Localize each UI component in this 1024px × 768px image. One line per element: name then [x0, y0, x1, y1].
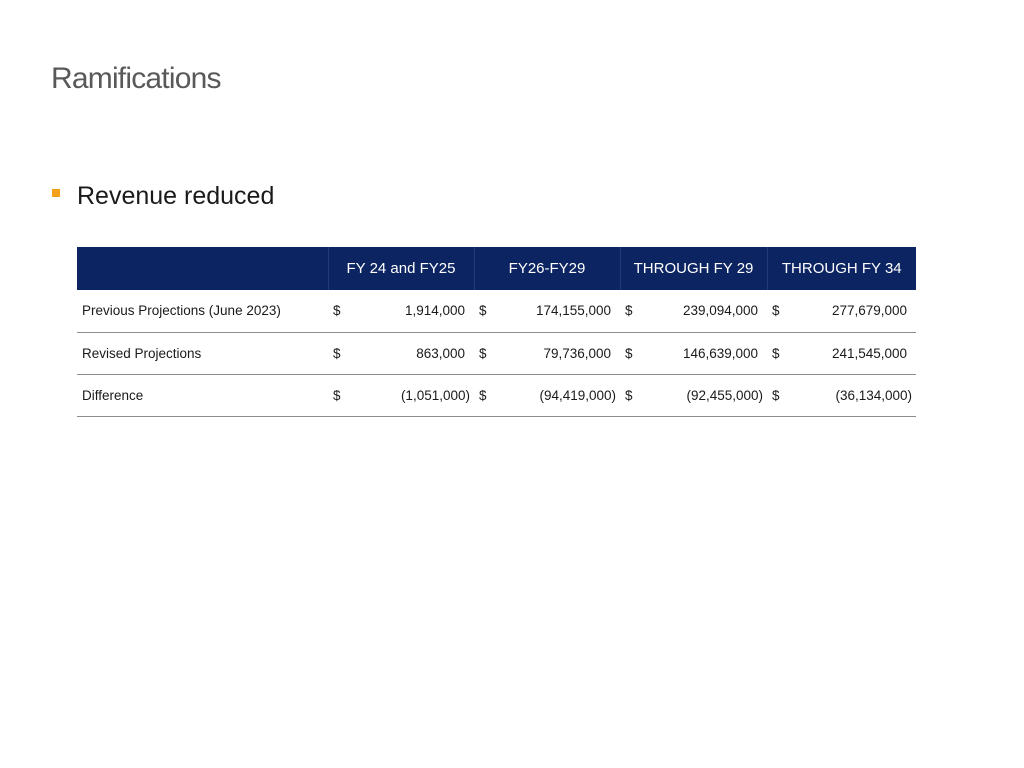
amount-cell: (36,134,000)	[835, 387, 913, 403]
amount-cell: 174,155,000	[535, 303, 612, 319]
bullet-item: Revenue reduced	[52, 181, 274, 211]
square-bullet-icon	[52, 189, 60, 197]
currency-symbol: $	[625, 387, 633, 403]
header-through-fy29: THROUGH FY 29	[619, 247, 768, 290]
header-through-fy34: THROUGH FY 34	[766, 247, 917, 290]
currency-symbol: $	[625, 345, 633, 361]
header-blank-cell	[77, 247, 328, 290]
header-fy24-fy25: FY 24 and FY25	[327, 247, 474, 290]
amount-cell: 277,679,000	[831, 303, 908, 319]
amount-cell: (92,455,000)	[686, 387, 764, 403]
table-row: Difference $ (1,051,000) $ (94,419,000) …	[77, 374, 917, 416]
slide-title: Ramifications	[51, 62, 221, 95]
table-row: Previous Projections (June 2023) $ 1,914…	[77, 290, 917, 332]
table-header-row: FY 24 and FY25 FY26-FY29 THROUGH FY 29 T…	[77, 247, 917, 290]
table-row: Revised Projections $ 863,000 $ 79,736,0…	[77, 332, 917, 374]
amount-cell: (94,419,000)	[539, 387, 617, 403]
row-label: Previous Projections (June 2023)	[82, 303, 281, 319]
currency-symbol: $	[772, 387, 780, 403]
currency-symbol: $	[772, 345, 780, 361]
row-label: Difference	[82, 387, 144, 403]
row-label: Revised Projections	[82, 345, 202, 361]
header-fy26-fy29: FY26-FY29	[473, 247, 621, 290]
currency-symbol: $	[625, 303, 633, 319]
amount-cell: 239,094,000	[682, 303, 759, 319]
amount-cell: 146,639,000	[682, 345, 759, 361]
amount-cell: (1,051,000)	[400, 387, 470, 403]
currency-symbol: $	[333, 303, 341, 319]
currency-symbol: $	[479, 345, 487, 361]
currency-symbol: $	[479, 303, 487, 319]
amount-cell: 863,000	[416, 345, 465, 361]
amount-cell: 1,914,000	[404, 303, 465, 319]
currency-symbol: $	[333, 387, 341, 403]
amount-cell: 79,736,000	[543, 345, 612, 361]
currency-symbol: $	[479, 387, 487, 403]
bullet-text: Revenue reduced	[77, 181, 275, 210]
amount-cell: 241,545,000	[831, 345, 908, 361]
currency-symbol: $	[772, 303, 780, 319]
projections-table: FY 24 and FY25 FY26-FY29 THROUGH FY 29 T…	[77, 247, 917, 417]
currency-symbol: $	[333, 345, 341, 361]
